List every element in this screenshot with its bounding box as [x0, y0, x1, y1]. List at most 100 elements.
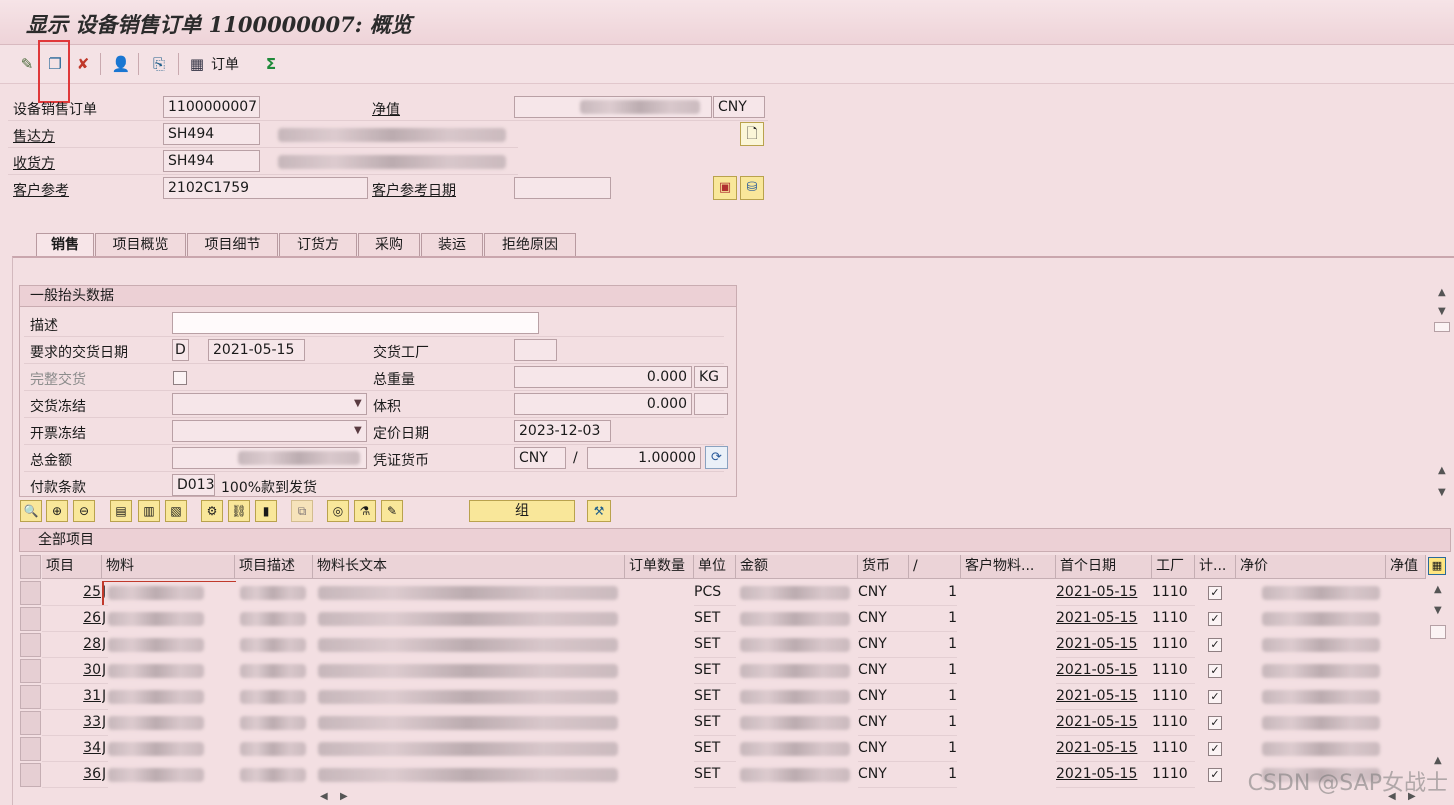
- item-number[interactable]: 30: [42, 658, 102, 684]
- checkmark-x-icon[interactable]: ✘: [72, 53, 94, 75]
- row-selector[interactable]: [20, 633, 41, 657]
- scroll-up-icon[interactable]: ▲: [1438, 465, 1446, 476]
- col-amount[interactable]: 金额: [736, 555, 858, 579]
- calc-checkbox[interactable]: ✓: [1208, 638, 1222, 652]
- document-icon[interactable]: 🗋: [740, 122, 764, 146]
- order-grid-icon[interactable]: ▦: [186, 53, 208, 75]
- sales-order-field[interactable]: 1100000007: [163, 96, 260, 118]
- bom-icon[interactable]: ⛓: [228, 500, 250, 522]
- col-per[interactable]: /: [909, 555, 961, 579]
- weight-unit-field[interactable]: KG: [694, 366, 728, 388]
- insert-row-icon[interactable]: ⊕: [46, 500, 68, 522]
- item-number[interactable]: 26: [42, 606, 102, 632]
- tab-item-detail[interactable]: 项目细节: [187, 233, 278, 256]
- calc-checkbox[interactable]: ✓: [1208, 742, 1222, 756]
- order-button-label[interactable]: 订单: [211, 54, 239, 74]
- edit-list-icon[interactable]: ✎: [381, 500, 403, 522]
- tab-item-overview[interactable]: 项目概览: [95, 233, 186, 256]
- calc-checkbox[interactable]: ✓: [1208, 612, 1222, 626]
- sold-to-label[interactable]: 售达方: [13, 126, 55, 146]
- select-all-rows[interactable]: [20, 555, 41, 579]
- header-detail-icon[interactable]: ▣: [713, 176, 737, 200]
- first-date-cell[interactable]: 2021-05-15: [1056, 606, 1152, 632]
- item-number[interactable]: 28: [42, 632, 102, 658]
- row-selector[interactable]: [20, 685, 41, 709]
- person-icon[interactable]: 👤: [110, 53, 132, 75]
- volume-unit-field[interactable]: [694, 393, 728, 415]
- item-number[interactable]: 33: [42, 710, 102, 736]
- delete-row-icon[interactable]: ⊖: [73, 500, 95, 522]
- calc-checkbox[interactable]: ✓: [1208, 586, 1222, 600]
- customer-reference-field[interactable]: 2102C1759: [163, 177, 368, 199]
- complete-delivery-checkbox[interactable]: [173, 371, 187, 385]
- net-value-label[interactable]: 净值: [372, 99, 400, 119]
- chevron-down-icon[interactable]: ▼: [354, 425, 362, 436]
- row-selector[interactable]: [20, 659, 41, 683]
- tab-ordering-party[interactable]: 订货方: [279, 233, 357, 256]
- billing-block-dropdown[interactable]: [172, 420, 367, 442]
- first-date-cell[interactable]: 2021-05-15: [1056, 710, 1152, 736]
- row-selector[interactable]: [20, 711, 41, 735]
- first-date-cell[interactable]: 2021-05-15: [1056, 684, 1152, 710]
- exchange-rate-field[interactable]: 1.00000: [587, 447, 701, 469]
- tab-shipping[interactable]: 装运: [421, 233, 483, 256]
- row-selector[interactable]: [20, 607, 41, 631]
- schedule-icon[interactable]: ◎: [327, 500, 349, 522]
- item-detail-icon[interactable]: 🔍: [20, 500, 42, 522]
- col-item-description[interactable]: 项目描述: [235, 555, 313, 579]
- requested-delivery-date-field[interactable]: 2021-05-15: [208, 339, 305, 361]
- col-unit[interactable]: 单位: [694, 555, 736, 579]
- partner-icon[interactable]: ⛁: [740, 176, 764, 200]
- first-date-cell[interactable]: 2021-05-15: [1056, 632, 1152, 658]
- row-selector[interactable]: [20, 737, 41, 761]
- col-net-price[interactable]: 净价: [1236, 555, 1386, 579]
- scroll-down-icon[interactable]: ▼: [1438, 306, 1446, 317]
- select-all-icon[interactable]: ▤: [110, 500, 132, 522]
- deselect-icon[interactable]: ▧: [165, 500, 187, 522]
- tab-sales[interactable]: 销售: [36, 233, 94, 256]
- scroll-down-icon[interactable]: ▼: [1434, 605, 1442, 616]
- tab-rejection-reason[interactable]: 拒绝原因: [484, 233, 576, 256]
- total-weight-field[interactable]: 0.000: [514, 366, 692, 388]
- col-customer-material[interactable]: 客户物料...: [961, 555, 1056, 579]
- chevron-down-icon[interactable]: ▼: [354, 398, 362, 409]
- col-first-date[interactable]: 首个日期: [1056, 555, 1152, 579]
- scroll-up-icon[interactable]: ▲: [1434, 584, 1442, 595]
- item-number[interactable]: 31: [42, 684, 102, 710]
- table-scrollbar-thumb[interactable]: [1430, 625, 1446, 639]
- scrollbar-thumb[interactable]: [1434, 322, 1450, 332]
- document-flow-icon[interactable]: ⎘: [148, 53, 170, 75]
- scroll-right-icon[interactable]: ▶: [340, 791, 348, 802]
- sigma-icon[interactable]: Σ: [260, 53, 282, 75]
- scroll-up-icon[interactable]: ▲: [1438, 287, 1446, 298]
- item-number[interactable]: 36: [42, 762, 102, 788]
- refresh-rate-icon[interactable]: ⟳: [705, 446, 728, 469]
- copy-icon[interactable]: ⧉: [291, 500, 313, 522]
- chart-icon[interactable]: ▮: [255, 500, 277, 522]
- configuration-icon[interactable]: ⚙: [201, 500, 223, 522]
- col-plant[interactable]: 工厂: [1152, 555, 1195, 579]
- volume-field[interactable]: 0.000: [514, 393, 692, 415]
- group-button[interactable]: 组: [469, 500, 575, 522]
- display-change-icon[interactable]: ✎: [16, 53, 38, 75]
- col-material-long-text[interactable]: 物料长文本: [313, 555, 625, 579]
- customer-reference-label[interactable]: 客户参考: [13, 180, 69, 200]
- scroll-down-icon[interactable]: ▼: [1438, 487, 1446, 498]
- document-currency-field[interactable]: CNY: [514, 447, 566, 469]
- select-block-icon[interactable]: ▥: [138, 500, 160, 522]
- col-net-value[interactable]: 净值: [1386, 555, 1426, 579]
- first-date-cell[interactable]: 2021-05-15: [1056, 580, 1152, 606]
- item-number[interactable]: 25: [42, 580, 102, 606]
- date-type-field[interactable]: D: [172, 339, 189, 361]
- first-date-cell[interactable]: 2021-05-15: [1056, 658, 1152, 684]
- delivery-block-dropdown[interactable]: [172, 393, 367, 415]
- description-field[interactable]: [172, 312, 539, 334]
- first-date-cell[interactable]: 2021-05-15: [1056, 736, 1152, 762]
- calc-checkbox[interactable]: ✓: [1208, 690, 1222, 704]
- payment-terms-field[interactable]: D013: [172, 474, 215, 496]
- delivery-plant-field[interactable]: [514, 339, 557, 361]
- row-selector[interactable]: [20, 763, 41, 787]
- ship-to-label[interactable]: 收货方: [13, 153, 55, 173]
- ship-to-field[interactable]: SH494: [163, 150, 260, 172]
- tab-procurement[interactable]: 采购: [358, 233, 420, 256]
